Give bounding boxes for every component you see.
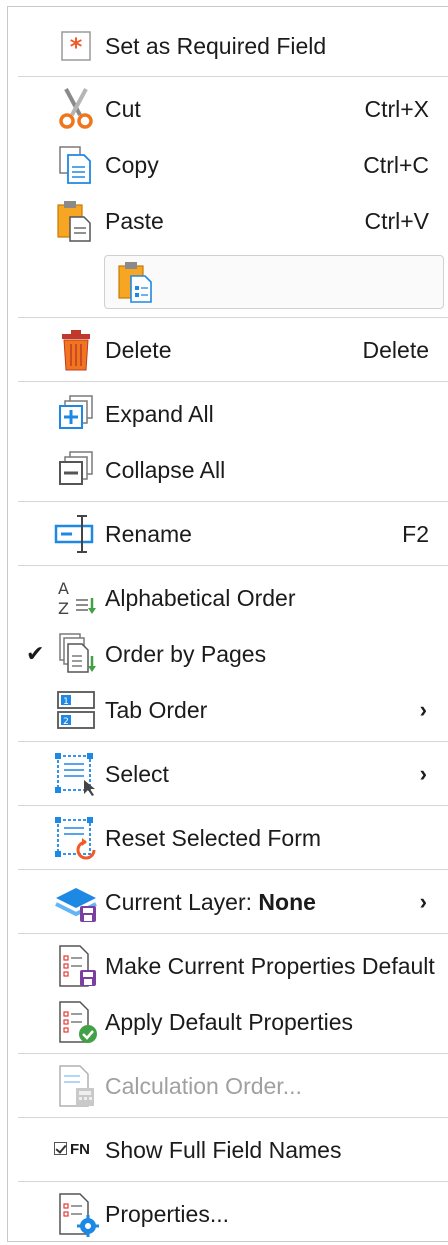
checkmark-icon: ✔ [26,641,45,666]
submenu-arrow-icon: › [419,697,427,722]
show-full-field-names-label: Show Full Field Names [105,1137,342,1163]
menu-item-show-full-field-names[interactable]: FN Show Full Field Names [8,1122,448,1178]
menu-item-rename[interactable]: Rename F2 [8,506,448,562]
menu-item-reset-selected-form[interactable]: Reset Selected Form [8,810,448,866]
copy-shortcut: Ctrl+C [363,152,429,178]
tab-order-label: Tab Order [105,697,208,723]
expand-all-label: Expand All [105,401,214,427]
collapse-all-icon [52,446,100,494]
make-default-label: Make Current Properties Default [105,953,435,979]
svg-text:A: A [58,579,69,598]
svg-text:*: * [70,33,83,61]
separator [18,869,448,870]
menu-item-current-layer[interactable]: Current Layer: None › [8,874,448,930]
menu-item-select[interactable]: Select › [8,746,448,802]
menu-item-order-by-pages[interactable]: ✔ Order by Pages [8,626,448,682]
properties-gear-icon [52,1190,100,1238]
menu-item-collapse-all[interactable]: Collapse All [8,442,448,498]
calculator-icon [52,1062,100,1110]
sort-alphabetical-icon: AZ [52,574,100,622]
collapse-all-label: Collapse All [105,457,226,483]
paste-form-icon [113,258,161,306]
menu-item-expand-all[interactable]: Expand All [8,386,448,442]
context-menu: * Set as Required Field Cut Ctrl+X Copy … [7,6,448,1242]
menu-item-delete[interactable]: Delete Delete [8,322,448,378]
checkbox-icon [54,1142,67,1155]
paste-shortcut: Ctrl+V [364,208,429,234]
select-fields-icon [52,750,100,798]
separator [18,1117,448,1118]
expand-all-icon [52,390,100,438]
paste-label: Paste [105,208,164,234]
svg-text:2: 2 [63,717,69,727]
copy-label: Copy [105,152,159,178]
layers-icon [52,878,100,926]
menu-item-set-required[interactable]: * Set as Required Field [8,18,448,74]
fn-icon-text: FN [70,1141,90,1158]
rename-shortcut: F2 [402,521,429,547]
cut-shortcut: Ctrl+X [364,96,429,122]
order-by-pages-icon [52,630,100,678]
svg-text:1: 1 [63,697,69,707]
separator [18,741,448,742]
properties-apply-icon [52,998,100,1046]
set-required-label: Set as Required Field [105,33,327,59]
svg-text:Z: Z [58,599,69,618]
cut-label: Cut [105,96,141,122]
menu-item-calculation-order[interactable]: Calculation Order... [8,1058,448,1114]
current-layer-prefix: Current Layer: [105,889,259,915]
separator [18,501,448,502]
rename-label: Rename [105,521,192,547]
menu-item-tab-order[interactable]: 12 Tab Order › [8,682,448,738]
apply-default-label: Apply Default Properties [105,1009,354,1035]
delete-shortcut: Delete [362,337,429,363]
submenu-arrow-icon: › [419,889,427,914]
separator [18,381,448,382]
trash-icon [52,326,100,374]
menu-item-paste[interactable]: Paste Ctrl+V [8,193,448,249]
menu-item-cut[interactable]: Cut Ctrl+X [8,81,448,137]
paste-icon [52,197,100,245]
reset-form-icon [52,814,100,862]
current-layer-value: None [258,889,316,915]
separator [18,565,448,566]
separator [18,1053,448,1054]
reset-selected-form-label: Reset Selected Form [105,825,322,851]
menu-item-make-default[interactable]: Make Current Properties Default [8,938,448,994]
separator [18,317,448,318]
copy-icon [52,141,100,189]
select-label: Select [105,761,169,787]
order-by-pages-label: Order by Pages [105,641,267,667]
alphabetical-order-label: Alphabetical Order [105,585,296,611]
scissors-icon [52,85,100,133]
current-layer-label: Current Layer: None [105,874,316,930]
delete-label: Delete [105,337,172,363]
calculation-order-label: Calculation Order... [105,1073,302,1099]
submenu-arrow-icon: › [419,761,427,786]
separator [18,76,448,77]
menu-item-properties[interactable]: Properties... [8,1186,448,1242]
menu-item-copy[interactable]: Copy Ctrl+C [8,137,448,193]
paste-special-button[interactable] [104,255,444,309]
rename-icon [52,510,100,558]
menu-item-apply-default[interactable]: Apply Default Properties [8,994,448,1050]
separator [18,933,448,934]
checkbox-fn-icon: FN [54,1138,102,1162]
properties-save-icon [52,942,100,990]
required-asterisk-icon: * [52,22,100,70]
menu-item-alphabetical-order[interactable]: AZ Alphabetical Order [8,570,448,626]
tab-order-icon: 12 [52,686,100,734]
separator [18,1181,448,1182]
separator [18,805,448,806]
properties-label: Properties... [105,1201,229,1227]
